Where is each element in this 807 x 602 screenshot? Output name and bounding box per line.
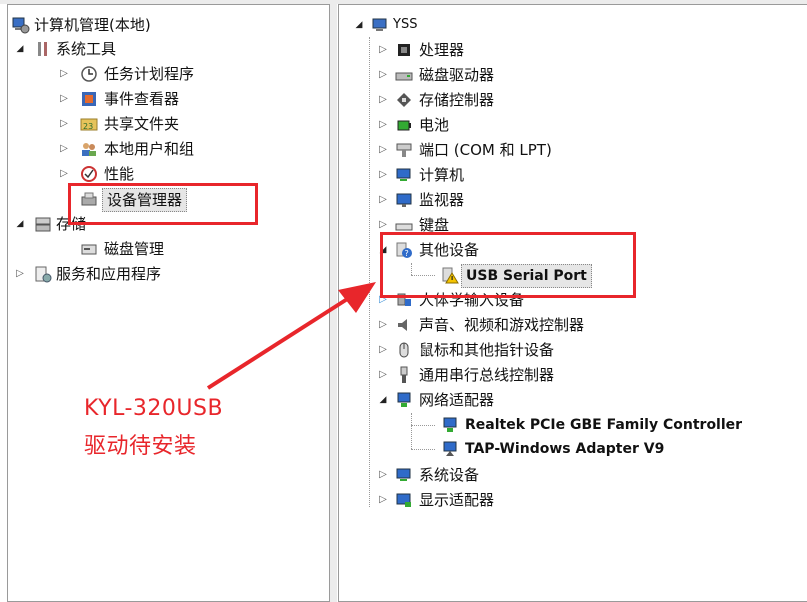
display-adapter-icon	[396, 493, 411, 507]
pane-splitter[interactable]	[330, 0, 337, 602]
storage-controller-icon	[397, 93, 411, 107]
tree-item-label: 监视器	[419, 191, 465, 209]
tree-item-label: 网络适配器	[419, 391, 495, 409]
highlight-box-other-devices	[380, 232, 636, 298]
tree-item-label: 本地用户和组	[104, 140, 195, 158]
storage-icon	[35, 217, 51, 232]
tree-item-label: TAP-Windows Adapter V9	[465, 441, 665, 457]
tree-item-label: 磁盘管理	[104, 240, 165, 258]
tree-item-label: 端口 (COM 和 LPT)	[419, 141, 552, 159]
collapse-arrow-icon[interactable]: ◢	[14, 37, 26, 61]
tree-item-label: 计算机	[419, 166, 465, 184]
network-card-icon	[443, 417, 457, 432]
usb-icon	[400, 366, 408, 383]
expand-arrow-icon[interactable]: ▷	[377, 88, 389, 112]
computer-management-icon	[12, 17, 30, 34]
tree-root-label: 计算机管理(本地)	[34, 16, 151, 34]
tree-item-label: 任务计划程序	[104, 65, 195, 83]
processor-icon	[398, 44, 410, 56]
expand-arrow-icon[interactable]: ▷	[377, 488, 389, 512]
svg-text:23: 23	[83, 122, 93, 131]
expand-arrow-icon[interactable]: ▷	[377, 38, 389, 62]
expand-arrow-icon[interactable]: ▷	[58, 137, 70, 161]
expand-arrow-icon[interactable]: ▷	[58, 87, 70, 111]
tree-guide-line	[369, 37, 370, 507]
performance-icon	[81, 166, 97, 182]
battery-icon	[397, 120, 411, 131]
expand-arrow-icon[interactable]: ▷	[377, 363, 389, 387]
collapse-arrow-icon[interactable]: ◢	[377, 388, 389, 412]
services-icon	[35, 266, 52, 283]
expand-arrow-icon[interactable]: ▷	[58, 62, 70, 86]
highlight-box-device-manager	[68, 183, 258, 225]
computer-icon	[372, 18, 387, 31]
expand-arrow-icon[interactable]: ▷	[377, 163, 389, 187]
expand-arrow-icon[interactable]: ▷	[377, 463, 389, 487]
expand-arrow-icon[interactable]: ▷	[14, 262, 26, 286]
tree-item-label: 声音、视频和游戏控制器	[419, 316, 585, 334]
tree-item-label: 电池	[419, 116, 450, 134]
clock-icon	[81, 66, 97, 82]
tree-guide-line	[411, 425, 435, 426]
annotation-model: KYL-320USB	[84, 396, 224, 421]
tree-item-label: Realtek PCIe GBE Family Controller	[465, 417, 743, 433]
users-icon	[82, 143, 96, 156]
system-device-icon	[396, 468, 411, 481]
tree-item-label: 服务和应用程序	[56, 265, 162, 283]
mouse-icon	[399, 342, 409, 358]
port-icon	[396, 143, 412, 157]
console-tree-pane[interactable]: 计算机管理(本地) ◢ 系统工具 ▷ 任务计划程序 ▷ 事件查看器 ▷ 23 共…	[7, 4, 330, 602]
shared-folder-icon: 23	[80, 118, 98, 131]
expand-arrow-icon[interactable]: ▷	[377, 313, 389, 337]
tree-item-label: 通用串行总线控制器	[419, 366, 555, 384]
tree-item-label: 存储控制器	[419, 91, 495, 109]
device-tree-pane[interactable]: ◢ YSS ▷ 处理器 ▷ 磁盘驱动器 ▷ 存储控制器 ▷ 电池 ▷ 端口 (C…	[338, 4, 807, 602]
network-adapter-icon	[397, 392, 411, 407]
expand-arrow-icon[interactable]: ▷	[377, 338, 389, 362]
expand-arrow-icon[interactable]: ▷	[58, 112, 70, 136]
network-card-icon	[443, 441, 457, 456]
tree-item-label: 处理器	[419, 41, 465, 59]
expand-arrow-icon[interactable]: ▷	[377, 63, 389, 87]
expand-arrow-icon[interactable]: ▷	[377, 188, 389, 212]
disk-drive-icon	[395, 72, 413, 81]
tree-item-label: 系统设备	[419, 466, 480, 484]
tree-item-label: 磁盘驱动器	[419, 66, 495, 84]
event-viewer-icon	[82, 92, 96, 106]
expand-arrow-icon[interactable]: ▷	[377, 113, 389, 137]
expand-arrow-icon[interactable]: ▷	[377, 138, 389, 162]
tree-item-label: 显示适配器	[419, 491, 495, 509]
tree-guide-line	[411, 413, 412, 449]
tree-guide-line	[411, 449, 435, 450]
monitor-icon	[396, 193, 412, 207]
speaker-icon	[398, 319, 407, 331]
tree-root-label: YSS	[393, 17, 418, 32]
annotation-status: 驱动待安装	[84, 434, 197, 459]
collapse-arrow-icon[interactable]: ◢	[14, 212, 26, 236]
disk-management-icon	[81, 244, 97, 255]
tree-item-label: 鼠标和其他指针设备	[419, 341, 555, 359]
collapse-arrow-icon[interactable]: ◢	[353, 13, 365, 37]
tree-item-label: 系统工具	[56, 40, 117, 58]
tree-item-label: 共享文件夹	[104, 115, 180, 133]
tree-item-label: 事件查看器	[104, 90, 180, 108]
computer-icon	[396, 168, 411, 181]
tools-icon	[38, 42, 47, 56]
